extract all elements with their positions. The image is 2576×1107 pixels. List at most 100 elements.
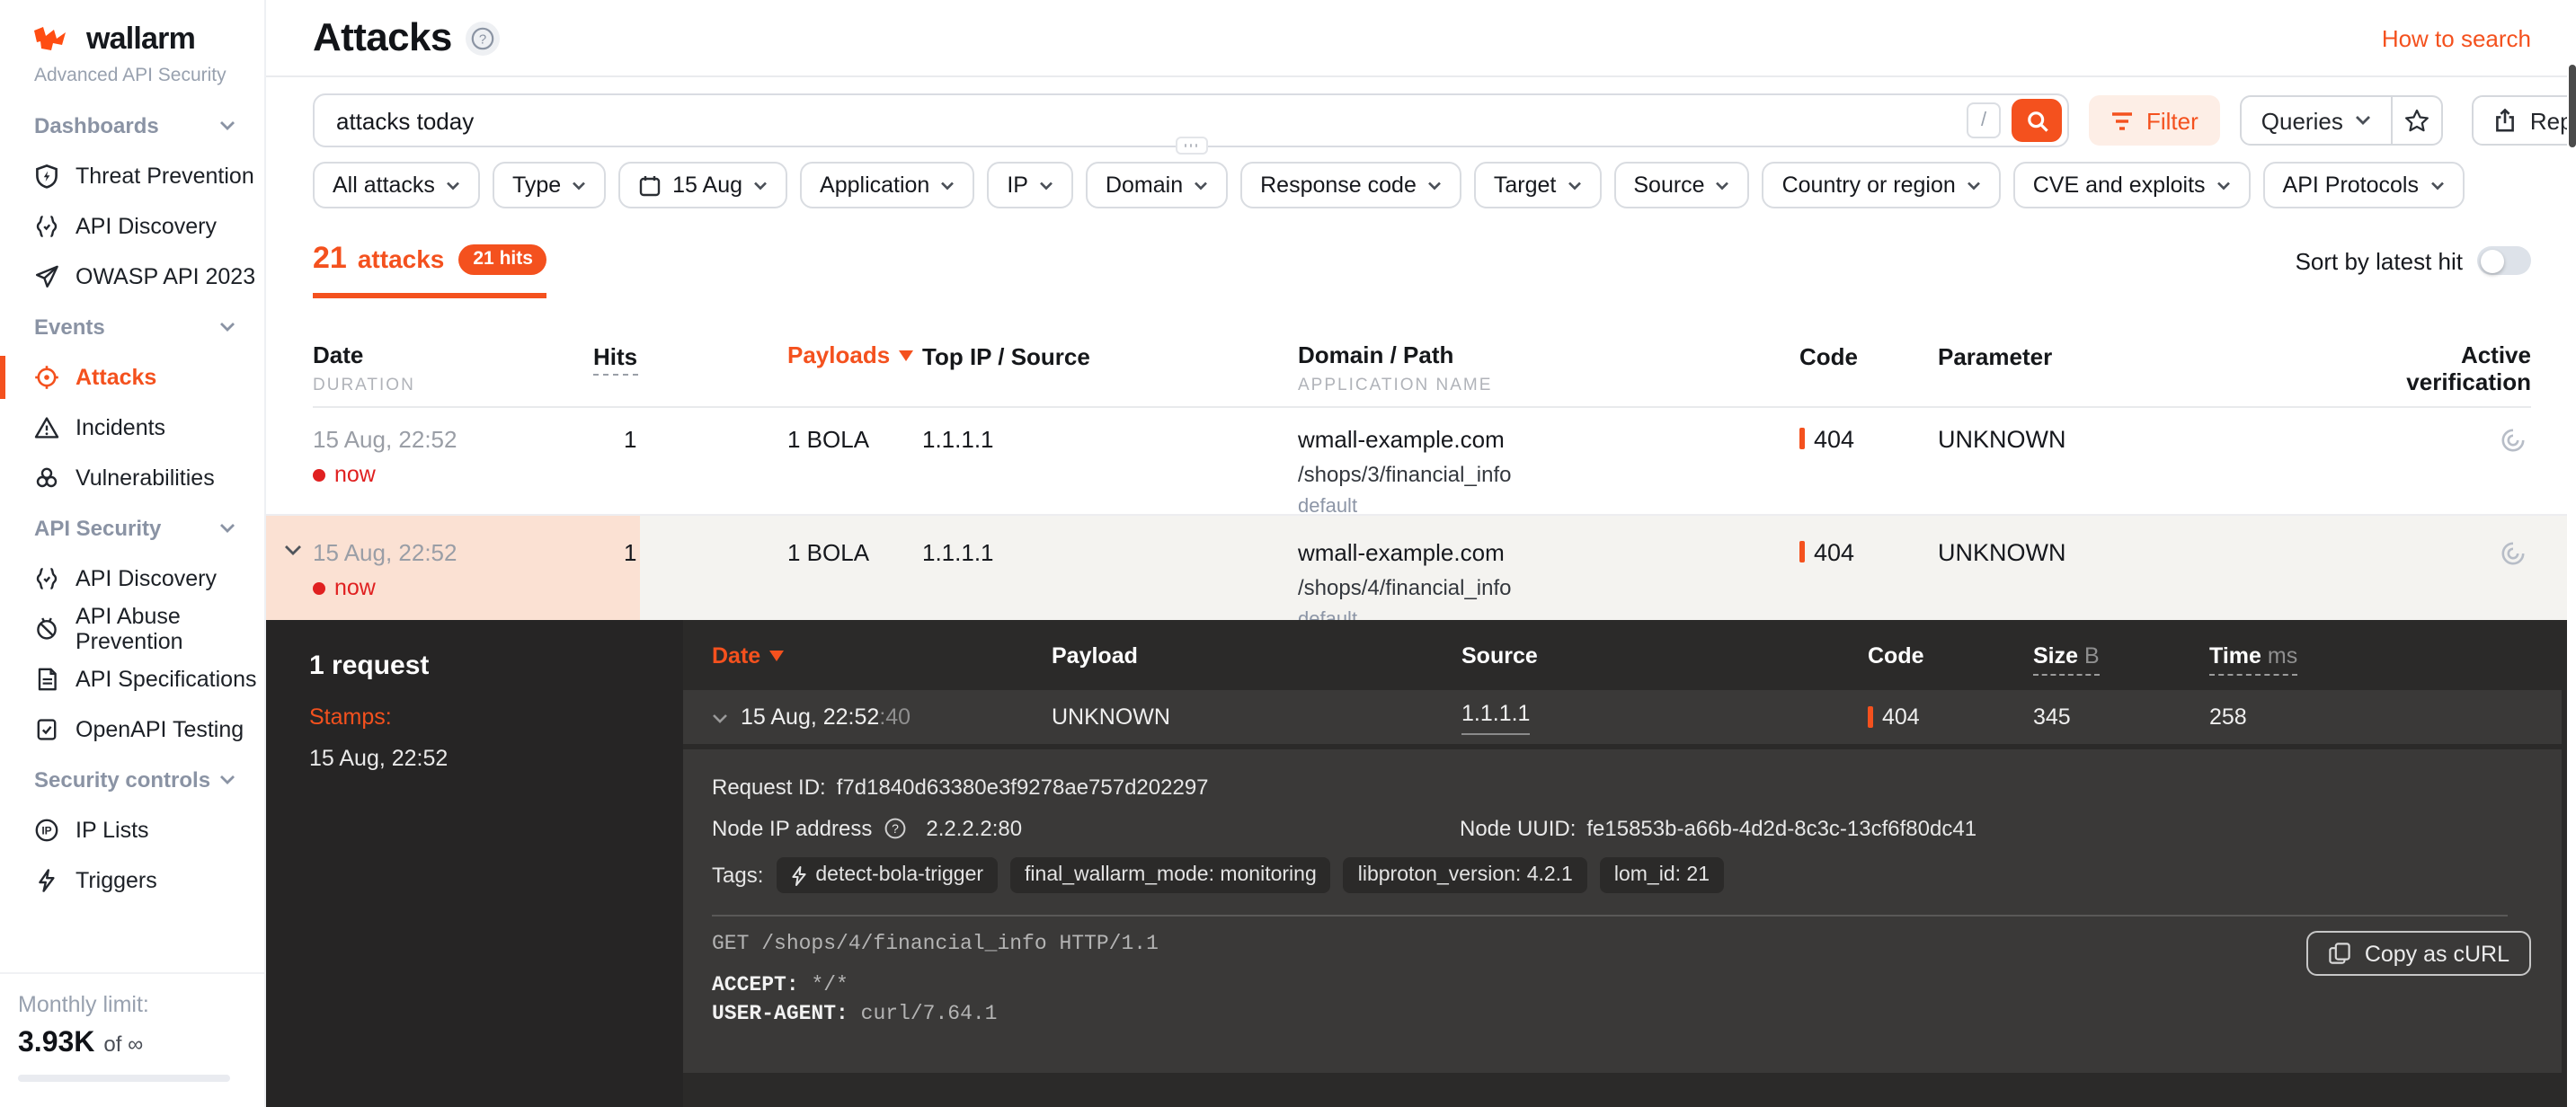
filter-chip-api-protocols[interactable]: API Protocols <box>2263 162 2464 208</box>
lightning-icon <box>790 865 806 885</box>
detail-col-date[interactable]: Date <box>712 642 1052 668</box>
help-icon[interactable]: ? <box>466 21 501 55</box>
sidebar-item-threat-prevention[interactable]: Threat Prevention <box>0 151 264 201</box>
shield-icon <box>34 164 59 189</box>
filter-chip-ip[interactable]: IP <box>987 162 1073 208</box>
tab-attacks[interactable]: 21 attacks 21 hits <box>313 241 547 298</box>
filter-chip-source[interactable]: Source <box>1613 162 1749 208</box>
detail-col-size[interactable]: Size B <box>2033 642 2209 668</box>
node-uuid-label: Node UUID: <box>1460 816 1576 841</box>
copy-as-curl-button[interactable]: Copy as cURL <box>2307 931 2531 976</box>
hits-badge: 21 hits <box>458 244 547 274</box>
sidebar-section-security-controls[interactable]: Security controls <box>0 755 264 805</box>
sidebar-section-events[interactable]: Events <box>0 302 264 352</box>
active-verification-icon[interactable] <box>2499 539 2527 631</box>
chevron-down-icon <box>753 181 768 190</box>
attack-row[interactable]: 15 Aug, 22:52 now 1 1 BOLA 1.1.1.1 wmall… <box>266 408 2576 516</box>
report-button[interactable]: Report <box>2473 95 2576 146</box>
sidebar-item-triggers[interactable]: Triggers <box>0 855 264 906</box>
sidebar-item-api-abuse-prevention[interactable]: API Abuse Prevention <box>0 604 264 654</box>
chevron-down-icon <box>2356 115 2372 126</box>
braces-icon <box>34 566 59 591</box>
search-resize-handle[interactable] <box>1175 137 1207 155</box>
col-top-ip: Top IP / Source <box>922 343 1090 370</box>
request-line: GET /shops/4/financial_info HTTP/1.1 <box>712 931 2533 960</box>
col-hits[interactable]: Hits <box>593 343 637 376</box>
stamp-value: 15 Aug, 22:52 <box>309 746 683 771</box>
sidebar-item-attacks[interactable]: Attacks <box>0 352 264 403</box>
chevron-down-icon <box>219 322 235 332</box>
sidebar-item-api-discovery-dash[interactable]: API Discovery <box>0 201 264 252</box>
sidebar: wallarm Advanced API Security Dashboards… <box>0 0 266 1107</box>
filter-chip-all-attacks[interactable]: All attacks <box>313 162 480 208</box>
chevron-down-icon <box>1427 181 1442 190</box>
code-status-bar <box>1868 706 1873 728</box>
checklist-icon <box>34 717 59 742</box>
svg-text:IP: IP <box>41 825 51 837</box>
chevron-down-icon <box>1967 181 1981 190</box>
attack-detail-panel: 1 request Stamps: 15 Aug, 22:52 Date Pay… <box>266 620 2576 1107</box>
recency-dot <box>313 581 325 594</box>
topbar: Attacks ? How to search <box>266 0 2576 77</box>
sort-desc-icon <box>769 650 784 660</box>
filter-chip-date[interactable]: 15 Aug <box>618 162 787 208</box>
sidebar-item-api-discovery[interactable]: API Discovery <box>0 554 264 604</box>
calendar-icon <box>638 173 662 197</box>
target-icon <box>34 365 59 390</box>
svg-text:?: ? <box>892 821 899 836</box>
sidebar-item-api-specifications[interactable]: API Specifications <box>0 654 264 704</box>
chevron-down-icon <box>219 120 235 131</box>
sort-toggle[interactable] <box>2477 246 2531 275</box>
scrollbar-thumb[interactable] <box>2568 65 2575 147</box>
sidebar-section-api-security[interactable]: API Security <box>0 503 264 554</box>
detail-col-time[interactable]: Time ms <box>2209 642 2391 668</box>
filter-chip-type[interactable]: Type <box>493 162 606 208</box>
filter-chip-cve[interactable]: CVE and exploits <box>2013 162 2251 208</box>
sidebar-item-openapi-testing[interactable]: OpenAPI Testing <box>0 704 264 755</box>
active-verification-icon[interactable] <box>2499 426 2527 518</box>
favorite-star-button[interactable] <box>2394 95 2444 146</box>
row-expand-chevron[interactable] <box>284 545 302 555</box>
tag-chip[interactable]: detect-bola-trigger <box>776 857 998 893</box>
how-to-search-link[interactable]: How to search <box>2382 24 2531 51</box>
info-icon[interactable]: ? <box>884 818 906 839</box>
search-input[interactable] <box>336 107 1967 134</box>
chevron-down-icon <box>446 181 460 190</box>
search-box[interactable]: / <box>313 93 2069 147</box>
detail-col-code: Code <box>1868 642 2033 668</box>
sort-desc-icon <box>899 350 913 360</box>
sidebar-item-incidents[interactable]: Incidents <box>0 403 264 453</box>
request-id-label: Request ID: <box>712 775 826 800</box>
col-payloads[interactable]: Payloads <box>787 341 922 368</box>
filter-chip-response-code[interactable]: Response code <box>1240 162 1461 208</box>
search-icon <box>2025 109 2048 132</box>
source-ip-link[interactable]: 1.1.1.1 <box>1461 700 1530 734</box>
sidebar-item-ip-lists[interactable]: IP IP Lists <box>0 805 264 855</box>
queries-button[interactable]: Queries <box>2240 95 2394 146</box>
tag-chip[interactable]: libproton_version: 4.2.1 <box>1344 857 1587 893</box>
request-id-value: f7d1840d63380e3f9278ae757d202297 <box>837 775 1209 800</box>
filter-chip-application[interactable]: Application <box>800 162 974 208</box>
request-row[interactable]: 15 Aug, 22:52:40 UNKNOWN 1.1.1.1 404 345… <box>683 690 2562 744</box>
col-application: APPLICATION NAME <box>1298 376 1799 395</box>
sidebar-item-owasp-api[interactable]: OWASP API 2023 <box>0 252 264 302</box>
detail-requests-table: Date Payload Source Code Size B Time ms … <box>683 620 2576 1107</box>
code-status-bar <box>1799 541 1805 562</box>
filter-chip-domain[interactable]: Domain <box>1086 162 1228 208</box>
attack-row-selected[interactable]: 15 Aug, 22:52 now 1 1 BOLA 1.1.1.1 wmall… <box>266 516 2576 633</box>
sidebar-section-dashboards[interactable]: Dashboards <box>0 101 264 151</box>
filters-row: All attacks Type 15 Aug Application IP D… <box>266 147 2576 208</box>
sidebar-item-vulnerabilities[interactable]: Vulnerabilities <box>0 453 264 503</box>
search-button[interactable] <box>2012 99 2062 142</box>
divider <box>712 915 2508 917</box>
filter-chip-country[interactable]: Country or region <box>1763 162 2001 208</box>
filter-button[interactable]: Filter <box>2089 95 2220 146</box>
sort-control: Sort by latest hit <box>2296 246 2531 275</box>
detail-summary-panel: 1 request Stamps: 15 Aug, 22:52 <box>266 620 683 1107</box>
tag-chip[interactable]: lom_id: 21 <box>1600 857 1724 893</box>
search-row: / Filter Queries R <box>266 77 2576 147</box>
request-expand-chevron[interactable] <box>712 713 728 724</box>
tag-chip[interactable]: final_wallarm_mode: monitoring <box>1010 857 1331 893</box>
filter-chip-target[interactable]: Target <box>1474 162 1602 208</box>
tab-row: 21 attacks 21 hits Sort by latest hit <box>266 208 2576 298</box>
